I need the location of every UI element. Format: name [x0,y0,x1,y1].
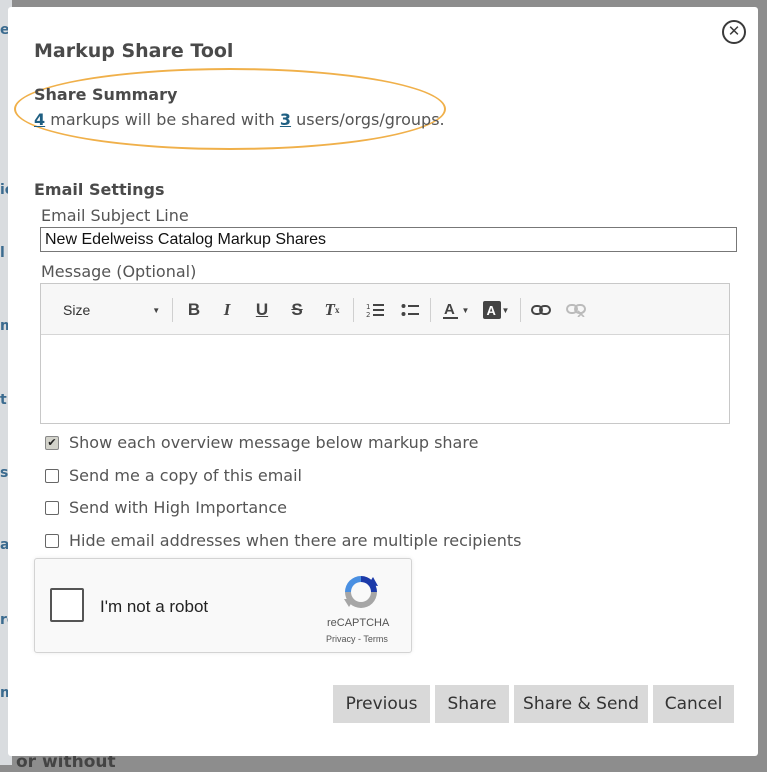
underline-icon[interactable]: U [251,299,273,321]
editor-toolbar: Size ▼ B I U S Tx 12 A ▼ A ▼ [41,284,729,335]
checkbox[interactable] [45,500,59,515]
bulleted-list-icon[interactable] [398,299,422,321]
recaptcha-brand: reCAPTCHA [327,617,390,629]
italic-icon[interactable]: I [216,299,238,321]
hide-emails-checkbox[interactable]: Hide email addresses when there are mult… [45,531,522,550]
share-summary-text: 4 markups will be shared with 3 users/or… [34,110,445,129]
recaptcha-label: I'm not a robot [100,597,209,616]
numbered-list-icon[interactable]: 12 [363,299,387,321]
link-icon[interactable] [529,299,553,321]
svg-text:A: A [486,303,496,318]
chevron-down-icon: ▼ [152,305,161,315]
subject-input[interactable] [40,227,737,252]
text-color-icon[interactable]: A ▼ [439,299,471,321]
background-color-icon[interactable]: A ▼ [480,299,512,321]
checkbox[interactable] [45,468,59,483]
font-size-dropdown[interactable]: Size ▼ [63,299,163,321]
close-icon[interactable]: ✕ [722,20,746,44]
recaptcha-privacy-link[interactable]: Privacy [326,634,356,644]
summary-highlight [14,68,446,150]
svg-text:1: 1 [366,303,370,311]
show-overview-checkbox[interactable]: ✔ Show each overview message below marku… [45,433,478,452]
email-settings-title: Email Settings [34,180,165,199]
recaptcha-terms-link[interactable]: Terms [363,634,388,644]
svg-text:2: 2 [366,311,370,318]
recaptcha-checkbox[interactable] [50,588,84,622]
send-copy-checkbox[interactable]: Send me a copy of this email [45,466,302,485]
previous-button[interactable]: Previous [333,685,430,723]
recipient-count-link[interactable]: 3 [280,110,291,129]
remove-format-icon[interactable]: Tx [320,299,344,321]
message-label: Message (Optional) [41,262,197,281]
strikethrough-icon[interactable]: S [286,299,308,321]
cancel-button[interactable]: Cancel [653,685,734,723]
unlink-icon[interactable] [564,299,588,321]
message-editor: Size ▼ B I U S Tx 12 A ▼ A ▼ [40,283,730,424]
markup-share-dialog: ✕ Markup Share Tool Share Summary 4 mark… [8,7,758,756]
message-textarea[interactable] [41,336,729,423]
high-importance-checkbox[interactable]: Send with High Importance [45,498,287,517]
recaptcha-links: Privacy - Terms [326,634,388,644]
subject-label: Email Subject Line [41,206,189,225]
bold-icon[interactable]: B [183,299,205,321]
recaptcha-icon [340,571,382,613]
share-summary-title: Share Summary [34,85,178,104]
checkbox[interactable] [45,533,59,548]
svg-text:A: A [444,301,455,318]
markup-count-link[interactable]: 4 [34,110,45,129]
recaptcha-widget: I'm not a robot reCAPTCHA Privacy - Term… [34,558,412,653]
share-button[interactable]: Share [435,685,509,723]
share-and-send-button[interactable]: Share & Send [514,685,648,723]
dialog-title: Markup Share Tool [34,40,234,62]
checkbox-checked[interactable]: ✔ [45,435,59,450]
